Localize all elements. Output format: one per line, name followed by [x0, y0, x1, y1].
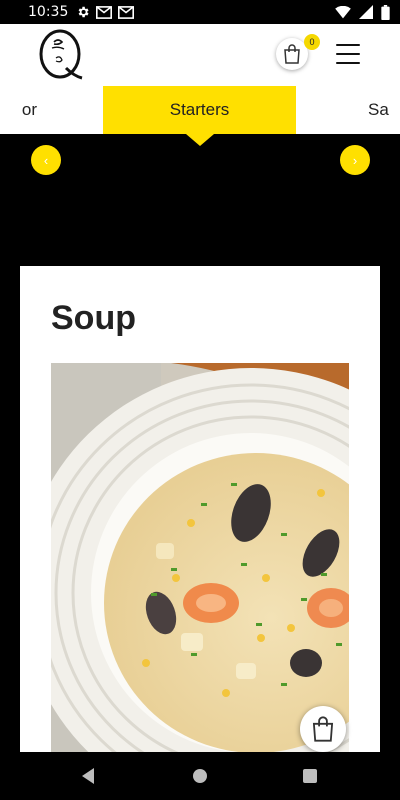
floating-cart-button[interactable]	[300, 706, 346, 752]
battery-icon	[381, 4, 390, 20]
menu-section-card: Soup	[20, 266, 380, 752]
chevron-right-icon: ›	[352, 152, 358, 168]
status-bar: 10:35	[0, 0, 400, 24]
back-icon[interactable]	[80, 767, 96, 785]
wifi-icon	[335, 5, 351, 18]
section-title: Soup	[51, 299, 136, 337]
active-tab-pointer	[186, 134, 214, 146]
cart-count-badge: 0	[304, 34, 320, 50]
shopping-bag-icon	[284, 44, 300, 64]
shopping-bag-icon	[312, 716, 334, 742]
soup-photo[interactable]	[51, 363, 349, 752]
recent-apps-icon[interactable]	[303, 769, 317, 783]
tab-starters[interactable]: Starters	[103, 86, 296, 134]
status-notification-icons	[76, 5, 135, 19]
tab-next-category[interactable]: Sa	[296, 86, 400, 134]
system-navigation-bar	[0, 752, 400, 800]
scroll-right-button[interactable]: ›	[340, 145, 370, 175]
gmail-icon	[96, 5, 113, 19]
tab-previous-category[interactable]: or	[0, 86, 103, 134]
gear-icon	[78, 6, 89, 18]
signal-icon	[359, 5, 373, 19]
home-icon[interactable]	[193, 769, 207, 783]
category-tabs: or Starters Sa	[0, 86, 400, 134]
status-system-icons	[335, 4, 390, 20]
app-header: 0	[0, 24, 400, 86]
status-time: 10:35	[28, 4, 69, 20]
scroll-left-button[interactable]: ‹	[31, 145, 61, 175]
hamburger-menu-icon[interactable]	[336, 44, 360, 64]
gmail-icon	[118, 5, 135, 19]
restaurant-logo[interactable]	[38, 28, 86, 80]
chevron-left-icon: ‹	[43, 152, 49, 168]
